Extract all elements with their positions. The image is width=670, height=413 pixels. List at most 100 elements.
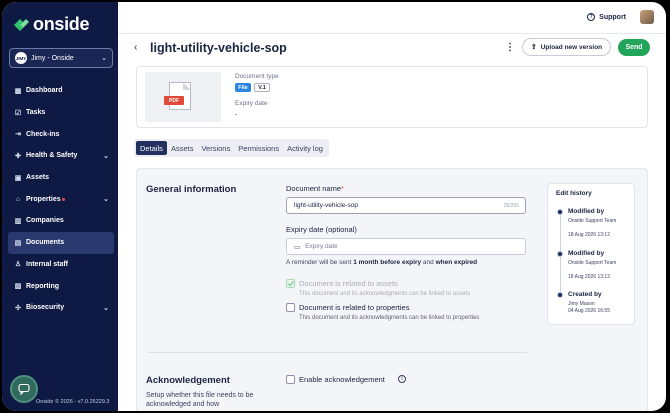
chevron-down-icon: ⌄ (103, 196, 109, 204)
logo-text: onside (33, 14, 90, 34)
assets-related-checkbox[interactable] (286, 279, 295, 288)
tab-details[interactable]: Details (136, 141, 167, 155)
history-entry-author: Onside Support Team (568, 260, 617, 266)
document-summary-card: PDF Document type File V.1 Expiry date - (136, 66, 648, 128)
chat-bubble-icon (18, 383, 30, 395)
history-entry-timestamp: 18 Aug 2026 13:12 (568, 232, 610, 238)
tab-activity-log[interactable]: Activity log (283, 141, 327, 155)
support-link[interactable]: ? Support (587, 13, 626, 21)
info-icon[interactable]: i (398, 375, 406, 383)
sidebar-item-documents[interactable]: ▤ Documents (8, 231, 114, 254)
chat-button[interactable] (10, 375, 38, 403)
acknowledgement-description: Setup whether this file needs to be ackn… (146, 392, 254, 408)
top-bar: ? Support (118, 2, 666, 34)
history-entry-author: Jimy Mason (568, 301, 595, 307)
tab-bar: Details Assets Versions Permissions Activity… (134, 139, 329, 157)
org-name: Jimy - Onside (31, 54, 74, 62)
assets-icon: ▣ (14, 174, 22, 182)
sidebar-item-check-ins[interactable]: ⇥ Check-ins (8, 123, 114, 145)
document-type-label: Document type (235, 73, 279, 80)
help-icon: ? (587, 13, 596, 21)
document-thumbnail[interactable]: PDF (145, 72, 221, 122)
person-icon: ♙ (14, 261, 22, 269)
history-entry-heading: Modified by (568, 208, 605, 215)
user-avatar[interactable] (640, 10, 654, 24)
sidebar-item-label: Check-ins (26, 130, 60, 138)
sidebar-item-label: Tasks (26, 109, 46, 117)
dashboard-icon: ▦ (14, 87, 22, 95)
document-name-label: Document name* (286, 184, 344, 193)
history-entry-timestamp: 04 Aug 2026 16:55 (568, 308, 610, 314)
sidebar-item-biosecurity[interactable]: ✣ Biosecurity ⌄ (8, 297, 114, 319)
general-information-title: General information (146, 184, 237, 195)
enable-acknowledgement-checkbox[interactable] (286, 375, 295, 384)
notification-dot (61, 197, 65, 201)
sidebar-item-label: Internal staff (26, 260, 69, 268)
back-arrow-icon[interactable]: ‹ (134, 42, 137, 53)
support-label: Support (599, 13, 626, 21)
pdf-badge: PDF (164, 96, 184, 105)
upload-label: Upload new version (540, 43, 603, 51)
section-divider (147, 352, 527, 353)
sidebar-item-internal-staff[interactable]: ♙ Internal staff (8, 254, 114, 276)
expiry-date-input[interactable]: ▭ Expiry date (286, 238, 526, 255)
version-chip: V.1 (254, 83, 270, 92)
sidebar-item-tasks[interactable]: ☑ Tasks (8, 102, 114, 124)
logo-mark-icon (12, 16, 30, 34)
org-switcher[interactable]: JIMY Jimy - Onside ⌄ (9, 48, 113, 68)
sidebar-item-label: Companies (26, 217, 64, 225)
document-icon: ▤ (14, 239, 22, 247)
org-avatar: JIMY (15, 52, 27, 64)
file-type-chip: File (235, 83, 251, 92)
properties-related-checkbox[interactable] (286, 303, 295, 312)
page-title: light-utility-vehicle-sop (150, 41, 287, 55)
expiry-date-label: Expiry date (235, 100, 268, 107)
tasks-icon: ☑ (14, 109, 22, 117)
upload-icon: ⇪ (530, 44, 537, 51)
property-icon: ⌂ (15, 195, 21, 203)
tab-assets[interactable]: Assets (167, 141, 198, 155)
details-panel: General information Document name* light… (136, 168, 648, 411)
timeline-dot (557, 209, 563, 215)
chevron-down-icon: ⌄ (103, 304, 109, 312)
sidebar-nav: ▦ Dashboard ☑ Tasks ⇥ Check-ins ✚ Health & Safe… (8, 80, 114, 319)
assets-related-description: This document and its acknowledgments ca… (299, 291, 471, 297)
shield-plus-icon: ✚ (15, 152, 21, 160)
edit-history-title: Edit history (556, 190, 592, 197)
timeline-dot (557, 251, 563, 257)
sidebar-item-label: Properties (26, 195, 61, 203)
logo[interactable]: onside (12, 14, 90, 35)
sidebar-item-properties[interactable]: ⌂ Properties ⌄ (8, 188, 114, 210)
check-in-icon: ⇥ (15, 131, 21, 139)
sidebar-item-assets[interactable]: ▣ Assets (8, 167, 114, 189)
send-button[interactable]: Send (618, 39, 650, 56)
sidebar-item-dashboard[interactable]: ▦ Dashboard (8, 80, 114, 102)
sidebar-item-label: Health & Safety (26, 152, 78, 160)
more-options-icon[interactable]: ⋮ (505, 42, 515, 53)
biosecurity-icon: ✣ (15, 304, 21, 312)
document-name-input[interactable]: light-utility-vehicle-sop 25/255 (286, 197, 526, 214)
history-entry-heading: Modified by (568, 250, 605, 257)
building-icon: ▥ (14, 217, 22, 225)
calendar-icon: ▭ (294, 243, 301, 251)
expiry-date-optional-label: Expiry date (optional) (286, 225, 357, 234)
upload-new-version-button[interactable]: ⇪ Upload new version (522, 38, 611, 56)
tab-versions[interactable]: Versions (197, 141, 234, 155)
sidebar: onside JIMY Jimy - Onside ⌄ ▦ Dashboard ☑ T… (2, 2, 118, 411)
checkmark-icon (287, 281, 294, 287)
sidebar-item-label: Dashboard (26, 87, 63, 95)
tab-permissions[interactable]: Permissions (234, 141, 283, 155)
document-name-value: light-utility-vehicle-sop (294, 202, 358, 209)
page-header: ‹ light-utility-vehicle-sop ⋮ ⇪ Upload n… (118, 34, 666, 64)
sidebar-item-label: Documents (26, 239, 65, 247)
sidebar-item-health-safety[interactable]: ✚ Health & Safety ⌄ (8, 145, 114, 167)
sidebar-item-reporting[interactable]: ▨ Reporting (8, 275, 114, 297)
chart-icon: ▨ (14, 283, 22, 291)
sidebar-item-companies[interactable]: ▥ Companies (8, 210, 114, 232)
properties-related-description: This document and its acknowledgments ca… (299, 315, 480, 321)
acknowledgement-title: Acknowledgement (146, 375, 230, 386)
sidebar-item-label: Biosecurity (26, 304, 65, 312)
expiry-date-value: - (235, 111, 238, 118)
version-text: Onside © 2026 - v7.0.26229.3 (36, 399, 110, 405)
reminder-hint: A reminder will be sent 1 month before e… (286, 259, 478, 266)
